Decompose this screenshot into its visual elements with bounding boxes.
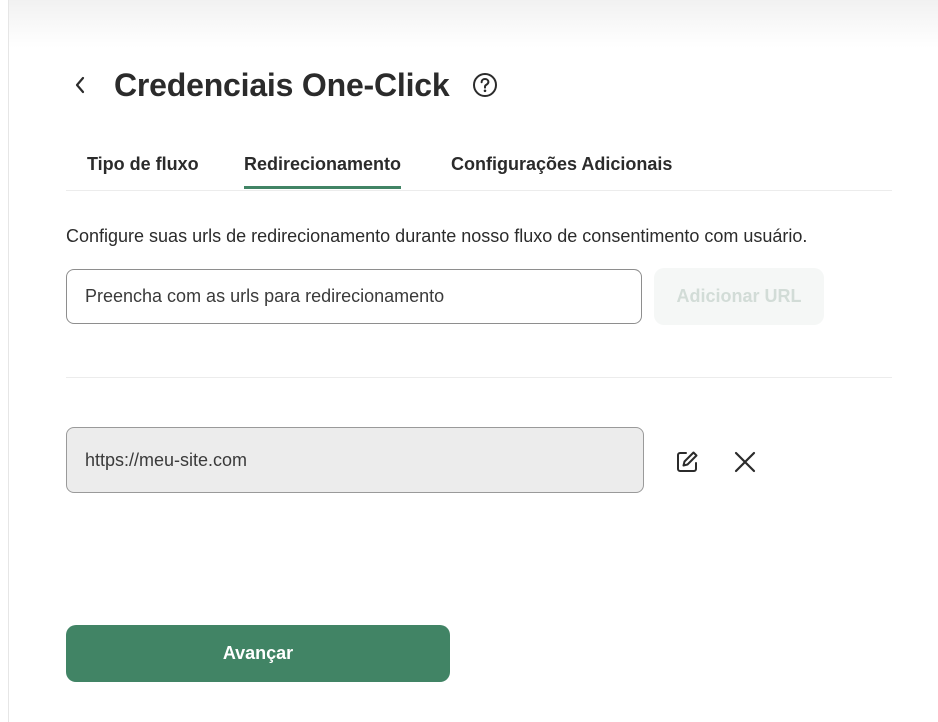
sidebar-edge-divider [8,0,9,722]
add-url-button[interactable]: Adicionar URL [654,268,824,325]
redirect-url-input[interactable] [66,269,642,324]
redirect-description: Configure suas urls de redirecionamento … [66,226,808,246]
top-bar-shadow [9,0,938,48]
section-divider [66,377,892,378]
next-button[interactable]: Avançar [66,625,450,682]
help-circle-icon [472,73,497,97]
tab-configuracoes-adicionais[interactable]: Configurações Adicionais [451,140,672,188]
back-button[interactable] [66,71,94,99]
page-header: Credenciais One-Click [66,62,498,108]
tab-redirecionamento[interactable]: Redirecionamento [244,140,402,189]
chevron-left-icon [75,76,85,94]
tab-bar: Tipo de fluxo Redirecionamento Configura… [66,140,892,191]
edit-url-button[interactable] [673,448,701,476]
close-icon [734,451,756,473]
tab-tipo-de-fluxo[interactable]: Tipo de fluxo [87,140,199,188]
edit-icon [677,451,698,472]
help-button[interactable] [472,72,498,98]
remove-url-button[interactable] [731,448,759,476]
saved-url-field: https://meu-site.com [66,427,644,493]
page-title: Credenciais One-Click [114,66,450,103]
